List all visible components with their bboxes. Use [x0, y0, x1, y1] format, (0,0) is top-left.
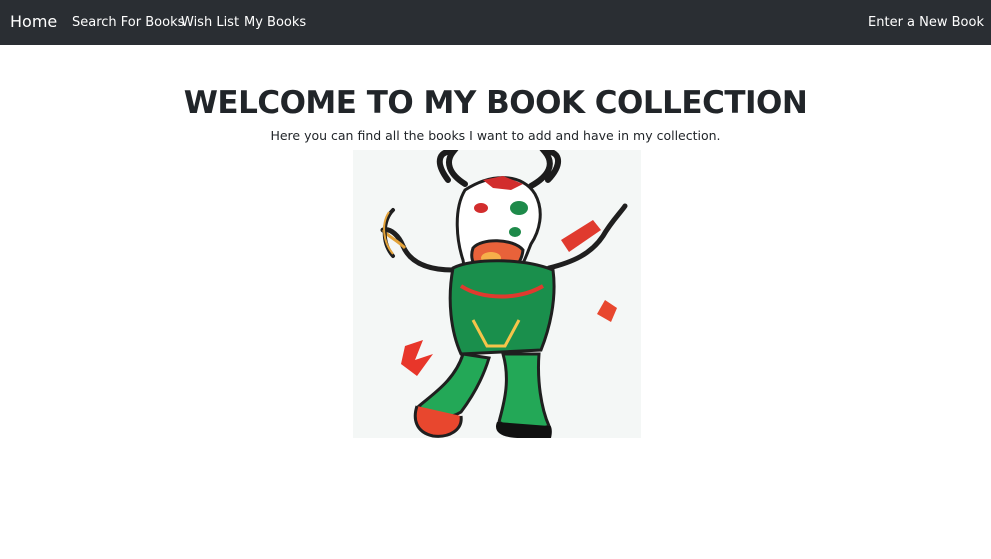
page-title: WELCOME TO MY BOOK COLLECTION — [183, 85, 808, 121]
bull-illustration-image — [353, 150, 641, 438]
top-navbar: Home Search For Books Wish List My Books… — [0, 0, 991, 45]
nav-wish-list-link[interactable]: Wish List — [181, 15, 239, 31]
page-subtitle: Here you can find all the books I want t… — [270, 128, 721, 143]
nav-my-books-link[interactable]: My Books — [244, 15, 306, 31]
nav-search-for-books-link[interactable]: Search For Books — [72, 15, 184, 31]
nav-home-link[interactable]: Home — [10, 12, 57, 32]
bull-illustration-icon — [353, 150, 641, 438]
nav-enter-new-book-link[interactable]: Enter a New Book — [868, 15, 984, 31]
